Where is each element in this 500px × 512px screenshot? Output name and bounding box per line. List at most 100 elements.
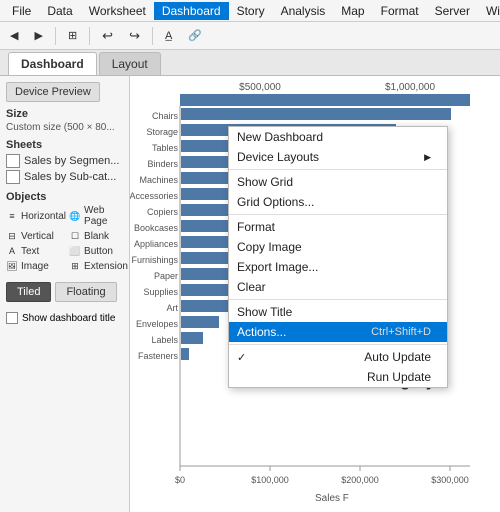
- svg-text:Tables: Tables: [152, 143, 179, 153]
- menu-grid-options[interactable]: Grid Options...: [229, 192, 447, 212]
- device-layouts-label: Device Layouts: [237, 150, 319, 164]
- toolbar-undo[interactable]: ↩: [96, 26, 119, 46]
- svg-text:Machines: Machines: [139, 175, 178, 185]
- webpage-icon: 🌐: [69, 210, 81, 222]
- auto-update-check: ✓: [237, 351, 251, 364]
- menu-dashboard[interactable]: Dashboard: [154, 2, 229, 20]
- tiled-button[interactable]: Tiled: [6, 282, 51, 302]
- menu-analysis[interactable]: Analysis: [273, 2, 334, 20]
- menu-file[interactable]: File: [4, 2, 39, 20]
- show-title-row: Show dashboard title: [6, 312, 123, 324]
- obj-text-label: Text: [21, 246, 39, 257]
- obj-horizontal-label: Horizontal: [21, 211, 66, 222]
- menu-show-grid[interactable]: Show Grid: [229, 172, 447, 192]
- sheet-item-1[interactable]: Sales by Segmen...: [6, 153, 123, 169]
- sheets-section: Sheets Sales by Segmen... Sales by Sub-c…: [6, 139, 123, 185]
- auto-update-label: Auto Update: [364, 350, 431, 364]
- menu-server[interactable]: Server: [427, 2, 478, 20]
- svg-text:Storage: Storage: [146, 127, 178, 137]
- sheets-title: Sheets: [6, 139, 123, 151]
- menu-window[interactable]: Window: [478, 2, 500, 20]
- format-label: Format: [237, 220, 275, 234]
- obj-webpage[interactable]: 🌐 Web Page: [69, 205, 128, 227]
- menu-show-title[interactable]: Show Title: [229, 302, 447, 322]
- menu-export-image[interactable]: Export Image...: [229, 257, 447, 277]
- new-dashboard-label: New Dashboard: [237, 130, 323, 144]
- actions-label: Actions...: [237, 325, 286, 339]
- menu-new-dashboard[interactable]: New Dashboard: [229, 127, 447, 147]
- show-title-checkbox[interactable]: [6, 312, 18, 324]
- obj-image[interactable]: 🖼 Image: [6, 260, 66, 272]
- toolbar-redo[interactable]: ↪: [123, 26, 146, 46]
- objects-title: Objects: [6, 191, 123, 203]
- menu-format[interactable]: Format: [229, 217, 447, 237]
- chart-area: $500,000 $1,000,000 Chairs Storage Table…: [130, 76, 500, 512]
- dashboard-dropdown-menu: New Dashboard Device Layouts Show Grid G…: [228, 126, 448, 388]
- toolbar: ◀ ▶ ⊞ ↩ ↪ A̲ 🔗: [0, 22, 500, 50]
- svg-text:$500,000: $500,000: [239, 82, 281, 93]
- menu-run-update[interactable]: Run Update: [229, 367, 447, 387]
- menu-story[interactable]: Story: [229, 2, 273, 20]
- obj-button[interactable]: ⬜ Button: [69, 245, 128, 257]
- toolbar-link[interactable]: 🔗: [182, 27, 208, 44]
- separator-3: [229, 299, 447, 300]
- menu-actions[interactable]: Actions... Ctrl+Shift+D: [229, 322, 447, 342]
- tab-layout[interactable]: Layout: [99, 52, 161, 75]
- grid-options-label: Grid Options...: [237, 195, 314, 209]
- svg-text:$1,000,000: $1,000,000: [385, 82, 435, 93]
- sheet-item-2[interactable]: Sales by Sub-cat...: [6, 169, 123, 185]
- objects-section: Objects ≡ Horizontal 🌐 Web Page ⊟ Vertic…: [6, 191, 123, 272]
- menu-worksheet[interactable]: Worksheet: [81, 2, 154, 20]
- svg-text:$0: $0: [175, 475, 185, 485]
- obj-button-label: Button: [84, 246, 113, 257]
- device-preview-button[interactable]: Device Preview: [6, 82, 100, 102]
- export-image-label: Export Image...: [237, 260, 318, 274]
- text-icon: A: [6, 245, 18, 257]
- menu-data[interactable]: Data: [39, 2, 80, 20]
- obj-text[interactable]: A Text: [6, 245, 66, 257]
- show-grid-label: Show Grid: [237, 175, 293, 189]
- size-value: Custom size (500 × 80...: [6, 122, 123, 133]
- obj-blank[interactable]: ☐ Blank: [69, 230, 128, 242]
- obj-webpage-label: Web Page: [84, 205, 128, 227]
- tab-bar: Dashboard Layout: [0, 50, 500, 76]
- svg-text:Binders: Binders: [147, 159, 178, 169]
- menu-clear[interactable]: Clear: [229, 277, 447, 297]
- copy-image-label: Copy Image: [237, 240, 302, 254]
- toolbar-forward[interactable]: ▶: [28, 27, 48, 44]
- toolbar-separator-2: [89, 27, 90, 45]
- obj-image-label: Image: [21, 261, 49, 272]
- svg-text:$200,000: $200,000: [341, 475, 379, 485]
- obj-vertical-label: Vertical: [21, 231, 54, 242]
- svg-text:Art: Art: [166, 303, 178, 313]
- svg-text:Fasteners: Fasteners: [138, 351, 179, 361]
- menu-format[interactable]: Format: [373, 2, 427, 20]
- svg-text:Paper: Paper: [154, 271, 178, 281]
- blank-icon: ☐: [69, 230, 81, 242]
- svg-text:Labels: Labels: [151, 335, 178, 345]
- device-preview-section: Device Preview: [6, 82, 123, 102]
- tab-dashboard[interactable]: Dashboard: [8, 52, 97, 75]
- menu-auto-update[interactable]: ✓ Auto Update: [229, 347, 447, 367]
- menu-device-layouts[interactable]: Device Layouts: [229, 147, 447, 167]
- obj-horizontal[interactable]: ≡ Horizontal: [6, 205, 66, 227]
- objects-grid: ≡ Horizontal 🌐 Web Page ⊟ Vertical ☐ Bla…: [6, 205, 123, 272]
- svg-text:Furnishings: Furnishings: [131, 255, 178, 265]
- sheet-icon-2: [6, 170, 20, 184]
- left-panel: Device Preview Size Custom size (500 × 8…: [0, 76, 130, 512]
- menu-copy-image[interactable]: Copy Image: [229, 237, 447, 257]
- obj-extension-label: Extension: [84, 261, 128, 272]
- toolbar-pages[interactable]: ⊞: [62, 27, 83, 44]
- obj-extension[interactable]: ⊞ Extension: [69, 260, 128, 272]
- image-icon: 🖼: [6, 260, 18, 272]
- toolbar-highlight[interactable]: A̲: [159, 28, 178, 44]
- toolbar-separator-1: [55, 27, 56, 45]
- run-update-label: Run Update: [367, 370, 431, 384]
- actions-shortcut: Ctrl+Shift+D: [371, 326, 431, 338]
- svg-text:$100,000: $100,000: [251, 475, 289, 485]
- size-section: Size Custom size (500 × 80...: [6, 108, 123, 133]
- menu-map[interactable]: Map: [333, 2, 372, 20]
- obj-vertical[interactable]: ⊟ Vertical: [6, 230, 66, 242]
- floating-button[interactable]: Floating: [55, 282, 116, 302]
- toolbar-back[interactable]: ◀: [4, 27, 24, 44]
